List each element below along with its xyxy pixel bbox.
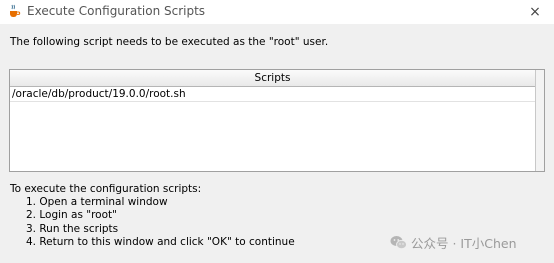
table-row[interactable]: /oracle/db/product/19.0.0/root.sh [10, 87, 535, 102]
watermark: 公众号 · IT小Chen [390, 233, 517, 252]
scripts-table: Scripts /oracle/db/product/19.0.0/root.s… [9, 69, 545, 172]
list-item: 3. Run the scripts [26, 222, 119, 235]
list-item: 2. Login as "root" [26, 209, 117, 222]
instructions-heading: To execute the configuration scripts: [10, 183, 202, 195]
instructions-steps: 1. Open a terminal window 2. Login as "r… [10, 196, 295, 249]
window-title: Execute Configuration Scripts [27, 4, 206, 18]
watermark-text: 公众号 · IT小Chen [411, 236, 517, 251]
list-item: 1. Open a terminal window [26, 196, 168, 209]
close-button[interactable]: × [524, 2, 546, 22]
scripts-column-header[interactable]: Scripts [10, 70, 536, 87]
wechat-icon [390, 235, 407, 250]
vertical-scrollbar[interactable] [535, 70, 544, 171]
title-bar: Execute Configuration Scripts × [0, 0, 554, 24]
list-item: 4. Return to this window and click "OK" … [26, 235, 295, 248]
intro-text: The following script needs to be execute… [10, 36, 329, 48]
java-cup-icon [7, 4, 21, 18]
instructions: To execute the configuration scripts: 1.… [10, 183, 295, 249]
